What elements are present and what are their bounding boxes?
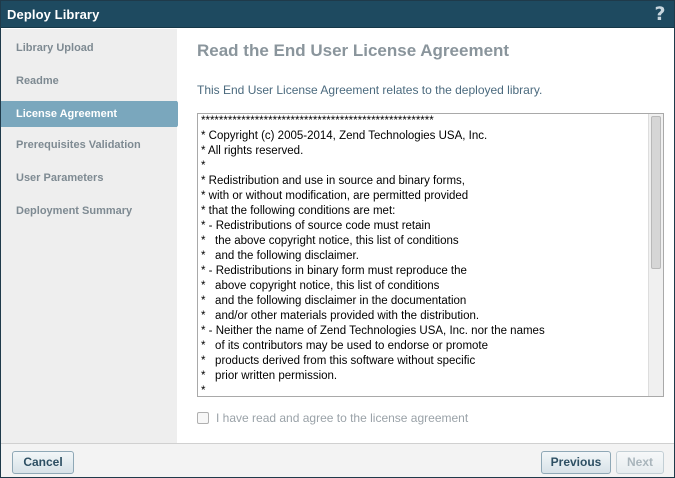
license-scrollbar[interactable] <box>648 114 663 396</box>
title-bar: Deploy Library ? <box>1 1 674 28</box>
license-line: * <box>201 385 206 397</box>
license-line: * and the following disclaimer in the do… <box>201 295 467 307</box>
license-line: * the above copyright notice, this list … <box>201 235 459 247</box>
page-description: This End User License Agreement relates … <box>197 83 543 97</box>
license-text-area[interactable]: ****************************************… <box>197 113 664 397</box>
help-icon[interactable]: ? <box>652 3 668 25</box>
wizard-steps-list: Library Upload Readme License Agreement … <box>1 29 185 233</box>
page-title: Read the End User License Agreement <box>197 41 510 60</box>
step-deployment-summary: Deployment Summary <box>16 205 133 217</box>
step-prerequisites-validation: Prerequisites Validation <box>16 139 141 151</box>
license-line: * Copyright (c) 2005-2014, Zend Technolo… <box>201 130 488 142</box>
deploy-library-dialog: Deploy Library ? Library Upload Readme L… <box>0 0 675 478</box>
agree-label[interactable]: I have read and agree to the license agr… <box>216 411 468 425</box>
license-line: * - Redistributions in binary form must … <box>201 265 467 277</box>
license-line: ****************************************… <box>201 115 434 127</box>
license-line: * and the following disclaimer. <box>201 250 359 262</box>
dialog-title: Deploy Library <box>7 7 100 22</box>
license-line: * <box>201 160 206 172</box>
agree-checkbox[interactable] <box>197 412 209 424</box>
step-library-upload: Library Upload <box>16 42 94 54</box>
license-line: * prior written permission. <box>201 370 338 382</box>
license-line: * that the following conditions are met: <box>201 205 396 217</box>
license-line: * of its contributors may be used to end… <box>201 340 489 352</box>
step-user-parameters: User Parameters <box>16 172 104 184</box>
step-readme: Readme <box>16 75 59 87</box>
license-text: ****************************************… <box>201 114 647 397</box>
main-panel: Read the End User License Agreement This… <box>178 29 674 443</box>
dialog-footer: Cancel Previous Next <box>1 443 674 477</box>
license-line: * above copyright notice, this list of c… <box>201 280 440 292</box>
wizard-steps-sidebar: Library Upload Readme License Agreement … <box>1 29 185 443</box>
license-line: * - Neither the name of Zend Technologie… <box>201 325 545 337</box>
agree-row[interactable]: I have read and agree to the license agr… <box>197 410 468 426</box>
step-license-agreement: License Agreement <box>1 101 185 127</box>
license-line: * All rights reserved. <box>201 145 304 157</box>
license-line: * with or without modification, are perm… <box>201 190 469 202</box>
next-button[interactable]: Next <box>616 451 664 474</box>
previous-button[interactable]: Previous <box>541 451 611 474</box>
scrollbar-thumb[interactable] <box>651 116 661 269</box>
cancel-button[interactable]: Cancel <box>12 451 74 474</box>
license-line: * products derived from this software wi… <box>201 355 476 367</box>
license-line: * - Redistributions of source code must … <box>201 220 431 232</box>
license-line: * Redistribution and use in source and b… <box>201 175 466 187</box>
license-line: * and/or other materials provided with t… <box>201 310 480 322</box>
